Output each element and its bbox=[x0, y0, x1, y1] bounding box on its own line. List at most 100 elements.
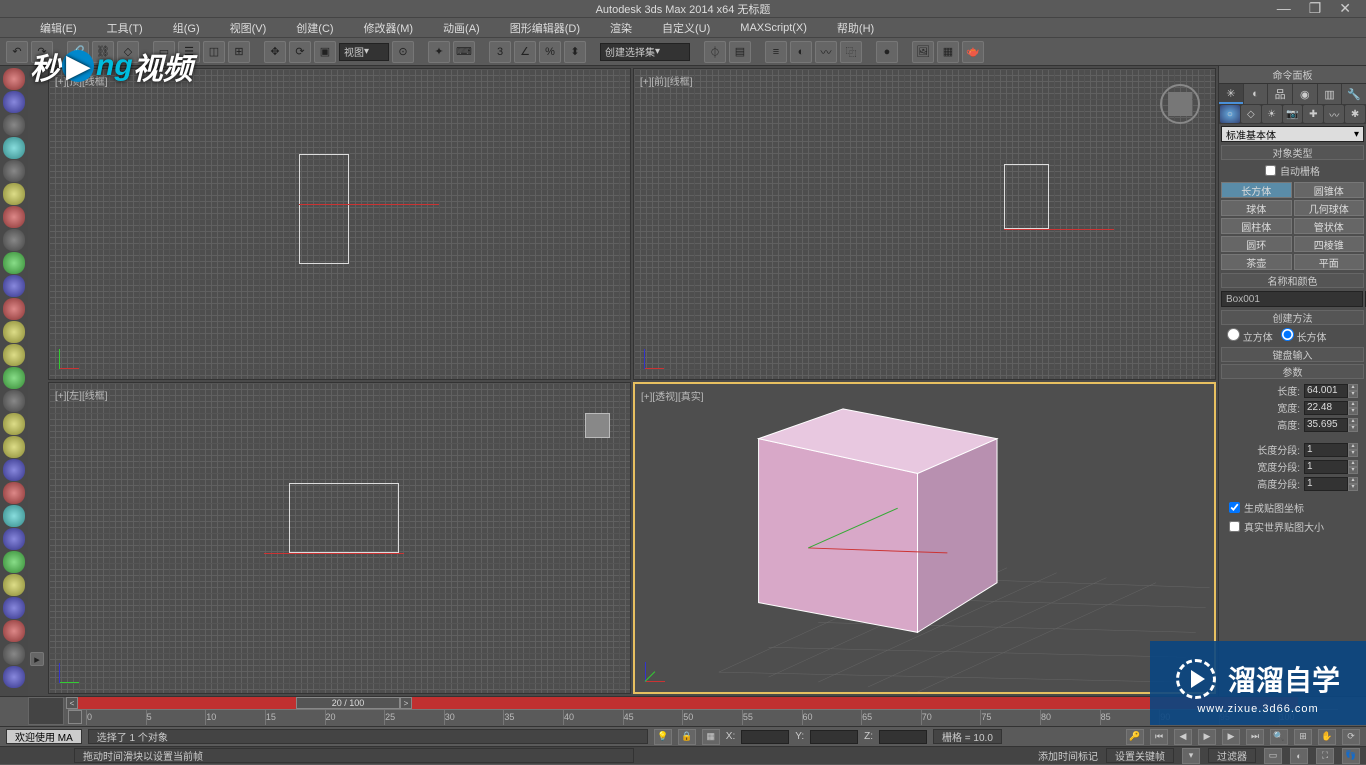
lt-btn-17[interactable] bbox=[3, 436, 25, 458]
length-down[interactable]: ▾ bbox=[1348, 391, 1358, 398]
snap-button[interactable]: 3 bbox=[489, 41, 511, 63]
motion-tab[interactable]: ◉ bbox=[1293, 84, 1317, 104]
lt-btn-26[interactable] bbox=[3, 643, 25, 665]
move-button[interactable]: ✥ bbox=[264, 41, 286, 63]
menu-create[interactable]: 创建(C) bbox=[296, 20, 333, 36]
sphere-primitive-button[interactable]: 球体 bbox=[1221, 200, 1292, 216]
goto-end-button[interactable]: ⏭ bbox=[1246, 729, 1264, 745]
mirror-button[interactable]: ⏀ bbox=[704, 41, 726, 63]
teapot-primitive-button[interactable]: 茶壶 bbox=[1221, 254, 1292, 270]
lt-btn-3[interactable] bbox=[3, 114, 25, 136]
lt-btn-20[interactable] bbox=[3, 505, 25, 527]
width-up[interactable]: ▴ bbox=[1348, 401, 1358, 408]
name-color-rollout[interactable]: 名称和颜色 bbox=[1221, 273, 1364, 288]
select-region-button[interactable]: ◫ bbox=[203, 41, 225, 63]
lt-btn-18[interactable] bbox=[3, 459, 25, 481]
next-frame-button[interactable]: > bbox=[400, 697, 412, 709]
lt-btn-16[interactable] bbox=[3, 413, 25, 435]
undo-button[interactable]: ↶ bbox=[6, 41, 28, 63]
z-coord-input[interactable] bbox=[879, 730, 927, 744]
real-world-checkbox[interactable] bbox=[1229, 521, 1240, 532]
pivot-button[interactable]: ⊙ bbox=[392, 41, 414, 63]
pyramid-primitive-button[interactable]: 四棱锥 bbox=[1294, 236, 1365, 252]
autogrid-checkbox[interactable] bbox=[1265, 165, 1276, 176]
viewport-perspective[interactable]: [+][透视][真实] bbox=[633, 382, 1216, 694]
lt-btn-5[interactable] bbox=[3, 160, 25, 182]
nav-pan-button[interactable]: ✋ bbox=[1318, 729, 1336, 745]
modify-tab[interactable]: ◐ bbox=[1244, 84, 1268, 104]
lt-btn-9[interactable] bbox=[3, 252, 25, 274]
systems-subtab[interactable]: ✱ bbox=[1345, 105, 1365, 123]
auto-key-button[interactable]: 🔑 bbox=[1126, 729, 1144, 745]
prev-frame-button[interactable]: < bbox=[66, 697, 78, 709]
lt-btn-24[interactable] bbox=[3, 597, 25, 619]
lt-btn-14[interactable] bbox=[3, 367, 25, 389]
render-frame-button[interactable]: ▦ bbox=[937, 41, 959, 63]
menu-animation[interactable]: 动画(A) bbox=[443, 20, 480, 36]
hierarchy-tab[interactable]: 品 bbox=[1268, 84, 1292, 104]
lt-btn-23[interactable] bbox=[3, 574, 25, 596]
render-button[interactable]: 🫖 bbox=[962, 41, 984, 63]
lt-btn-13[interactable] bbox=[3, 344, 25, 366]
helpers-subtab[interactable]: ✚ bbox=[1303, 105, 1323, 123]
y-coord-input[interactable] bbox=[810, 730, 858, 744]
viewport-front-label[interactable]: [+][前][线框] bbox=[640, 73, 693, 88]
width-down[interactable]: ▾ bbox=[1348, 408, 1358, 415]
menu-modifiers[interactable]: 修改器(M) bbox=[364, 20, 414, 36]
add-time-tag[interactable]: 添加时间标记 bbox=[1038, 748, 1098, 763]
viewport-left[interactable]: [+][左][线框] bbox=[48, 382, 631, 694]
geosphere-primitive-button[interactable]: 几何球体 bbox=[1294, 200, 1365, 216]
prev-button[interactable]: ◀ bbox=[1174, 729, 1192, 745]
lt-btn-25[interactable] bbox=[3, 620, 25, 642]
menu-rendering[interactable]: 渲染 bbox=[610, 20, 632, 36]
utilities-tab[interactable]: 🔧 bbox=[1342, 84, 1366, 104]
lt-btn-15[interactable] bbox=[3, 390, 25, 412]
manipulate-button[interactable]: ✦ bbox=[428, 41, 450, 63]
length-up[interactable]: ▴ bbox=[1348, 384, 1358, 391]
menu-customize[interactable]: 自定义(U) bbox=[662, 20, 710, 36]
lt-btn-8[interactable] bbox=[3, 229, 25, 251]
angle-snap-button[interactable]: ∠ bbox=[514, 41, 536, 63]
lt-btn-21[interactable] bbox=[3, 528, 25, 550]
x-coord-input[interactable] bbox=[741, 730, 789, 744]
viewport-top[interactable]: [+][顶][线框] bbox=[48, 68, 631, 380]
wsegs-input[interactable] bbox=[1304, 460, 1348, 474]
minimize-button[interactable]: — bbox=[1277, 0, 1291, 17]
lt-btn-19[interactable] bbox=[3, 482, 25, 504]
cylinder-primitive-button[interactable]: 圆柱体 bbox=[1221, 218, 1292, 234]
cube-radio[interactable]: 立方体 bbox=[1227, 328, 1273, 344]
nav-orbit-button[interactable]: ⟳ bbox=[1342, 729, 1360, 745]
lt-btn-4[interactable] bbox=[3, 137, 25, 159]
play-arrow-button[interactable]: ▸ bbox=[30, 652, 44, 666]
menu-edit[interactable]: 编辑(E) bbox=[40, 20, 77, 36]
lt-btn-10[interactable] bbox=[3, 275, 25, 297]
lt-btn-22[interactable] bbox=[3, 551, 25, 573]
nav-walk-button[interactable]: 👣 bbox=[1342, 748, 1360, 764]
named-selection-dropdown[interactable]: 创建选择集 ▾ bbox=[600, 43, 690, 61]
category-dropdown[interactable]: 标准基本体▾ bbox=[1221, 126, 1364, 142]
ref-coord-dropdown[interactable]: 视图 ▾ bbox=[339, 43, 389, 61]
menu-tools[interactable]: 工具(T) bbox=[107, 20, 143, 36]
curve-editor-button[interactable]: 〰 bbox=[815, 41, 837, 63]
height-input[interactable] bbox=[1304, 418, 1348, 432]
keyboard-shortcut-button[interactable]: ⌨ bbox=[453, 41, 475, 63]
cameras-subtab[interactable]: 📷 bbox=[1283, 105, 1303, 123]
nav-fov-button[interactable]: ◐ bbox=[1290, 748, 1308, 764]
time-ruler[interactable]: 0 5 10 15 20 25 30 35 40 45 50 55 60 65 … bbox=[68, 709, 1338, 725]
schematic-button[interactable]: ⿻ bbox=[840, 41, 862, 63]
isolate-button[interactable]: ▦ bbox=[702, 729, 720, 745]
menu-maxscript[interactable]: MAXScript(X) bbox=[740, 22, 807, 34]
box-primitive-button[interactable]: 长方体 bbox=[1221, 182, 1292, 198]
goto-start-button[interactable]: ⏮ bbox=[1150, 729, 1168, 745]
nav-zoomall-button[interactable]: ⊞ bbox=[1294, 729, 1312, 745]
creation-method-rollout[interactable]: 创建方法 bbox=[1221, 310, 1364, 325]
menu-help[interactable]: 帮助(H) bbox=[837, 20, 874, 36]
lt-btn-1[interactable] bbox=[3, 68, 25, 90]
lsegs-input[interactable] bbox=[1304, 443, 1348, 457]
object-type-rollout[interactable]: 对象类型 bbox=[1221, 145, 1364, 160]
create-tab[interactable]: ✳ bbox=[1219, 84, 1243, 104]
lock-selection-button[interactable]: 💡 bbox=[654, 729, 672, 745]
maximize-button[interactable]: ❐ bbox=[1309, 0, 1322, 17]
shapes-subtab[interactable]: ◇ bbox=[1241, 105, 1261, 123]
play-button[interactable]: ▶ bbox=[1198, 729, 1216, 745]
